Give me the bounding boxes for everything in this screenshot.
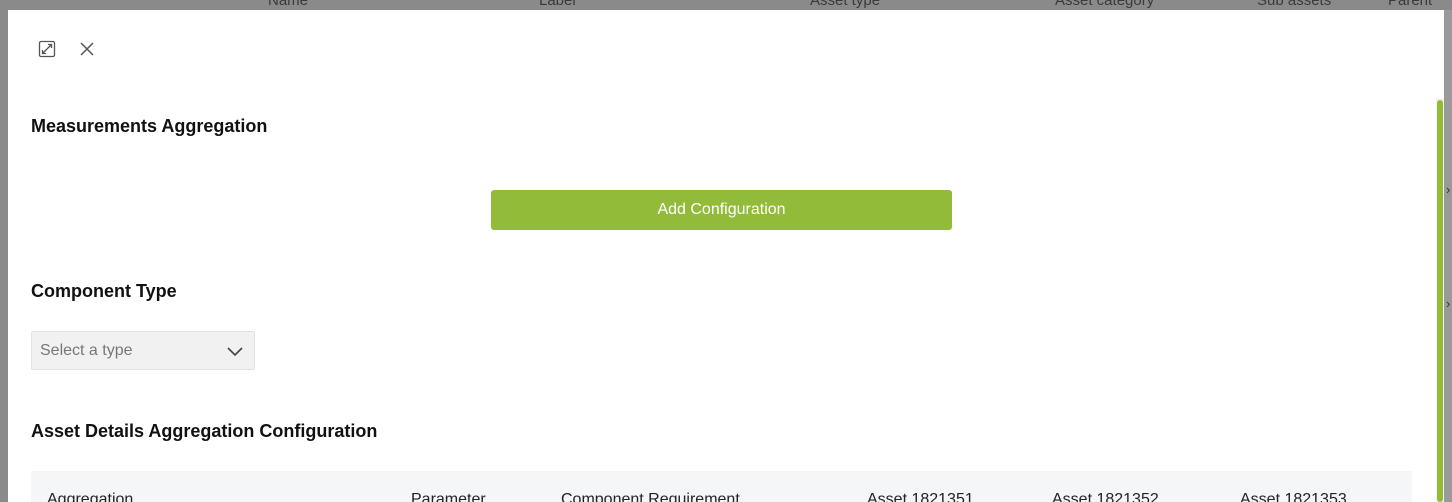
add-configuration-button[interactable]: Add Configuration: [491, 190, 952, 230]
aggregation-table-header: Aggregation Parameter Component Requirem…: [31, 471, 1412, 502]
asset-details-aggregation-title: Asset Details Aggregation Configuration: [31, 421, 378, 441]
component-type-select[interactable]: Select a type: [31, 331, 255, 370]
chevron-down-icon: [226, 342, 244, 360]
bg-column-name: Name: [268, 0, 309, 9]
measurements-aggregation-title: Measurements Aggregation: [31, 116, 268, 136]
expand-icon[interactable]: [35, 37, 59, 61]
component-type-placeholder: Select a type: [40, 341, 133, 359]
scrollbar-thumb[interactable]: [1437, 100, 1443, 502]
column-header-parameter: Parameter: [411, 491, 486, 502]
bg-column-parent: Parent: [1388, 0, 1433, 9]
background-table-header: Name Label Asset type Asset category Sub…: [0, 0, 1452, 10]
column-header-asset-1821353: Asset 1821353: [1240, 491, 1347, 502]
background-right-edge: › ›: [1444, 10, 1452, 502]
bg-column-asset-type: Asset type: [810, 0, 881, 9]
bg-chevron-right-icon: ›: [1446, 182, 1451, 197]
bg-column-sub-assets: Sub assets: [1257, 0, 1332, 9]
column-header-component-requirement: Component Requirement: [561, 491, 740, 502]
measurements-aggregation-modal: Measurements Aggregation Add Configurati…: [8, 10, 1444, 502]
bg-column-asset-category: Asset category: [1055, 0, 1155, 9]
column-header-asset-1821352: Asset 1821352: [1052, 491, 1159, 502]
column-header-asset-1821351: Asset 1821351: [867, 491, 974, 502]
column-header-aggregation: Aggregation: [47, 491, 134, 502]
bg-column-label: Label: [539, 0, 576, 9]
close-icon[interactable]: [75, 37, 99, 61]
component-type-title: Component Type: [31, 281, 177, 301]
bg-chevron-right-icon: ›: [1446, 296, 1451, 311]
